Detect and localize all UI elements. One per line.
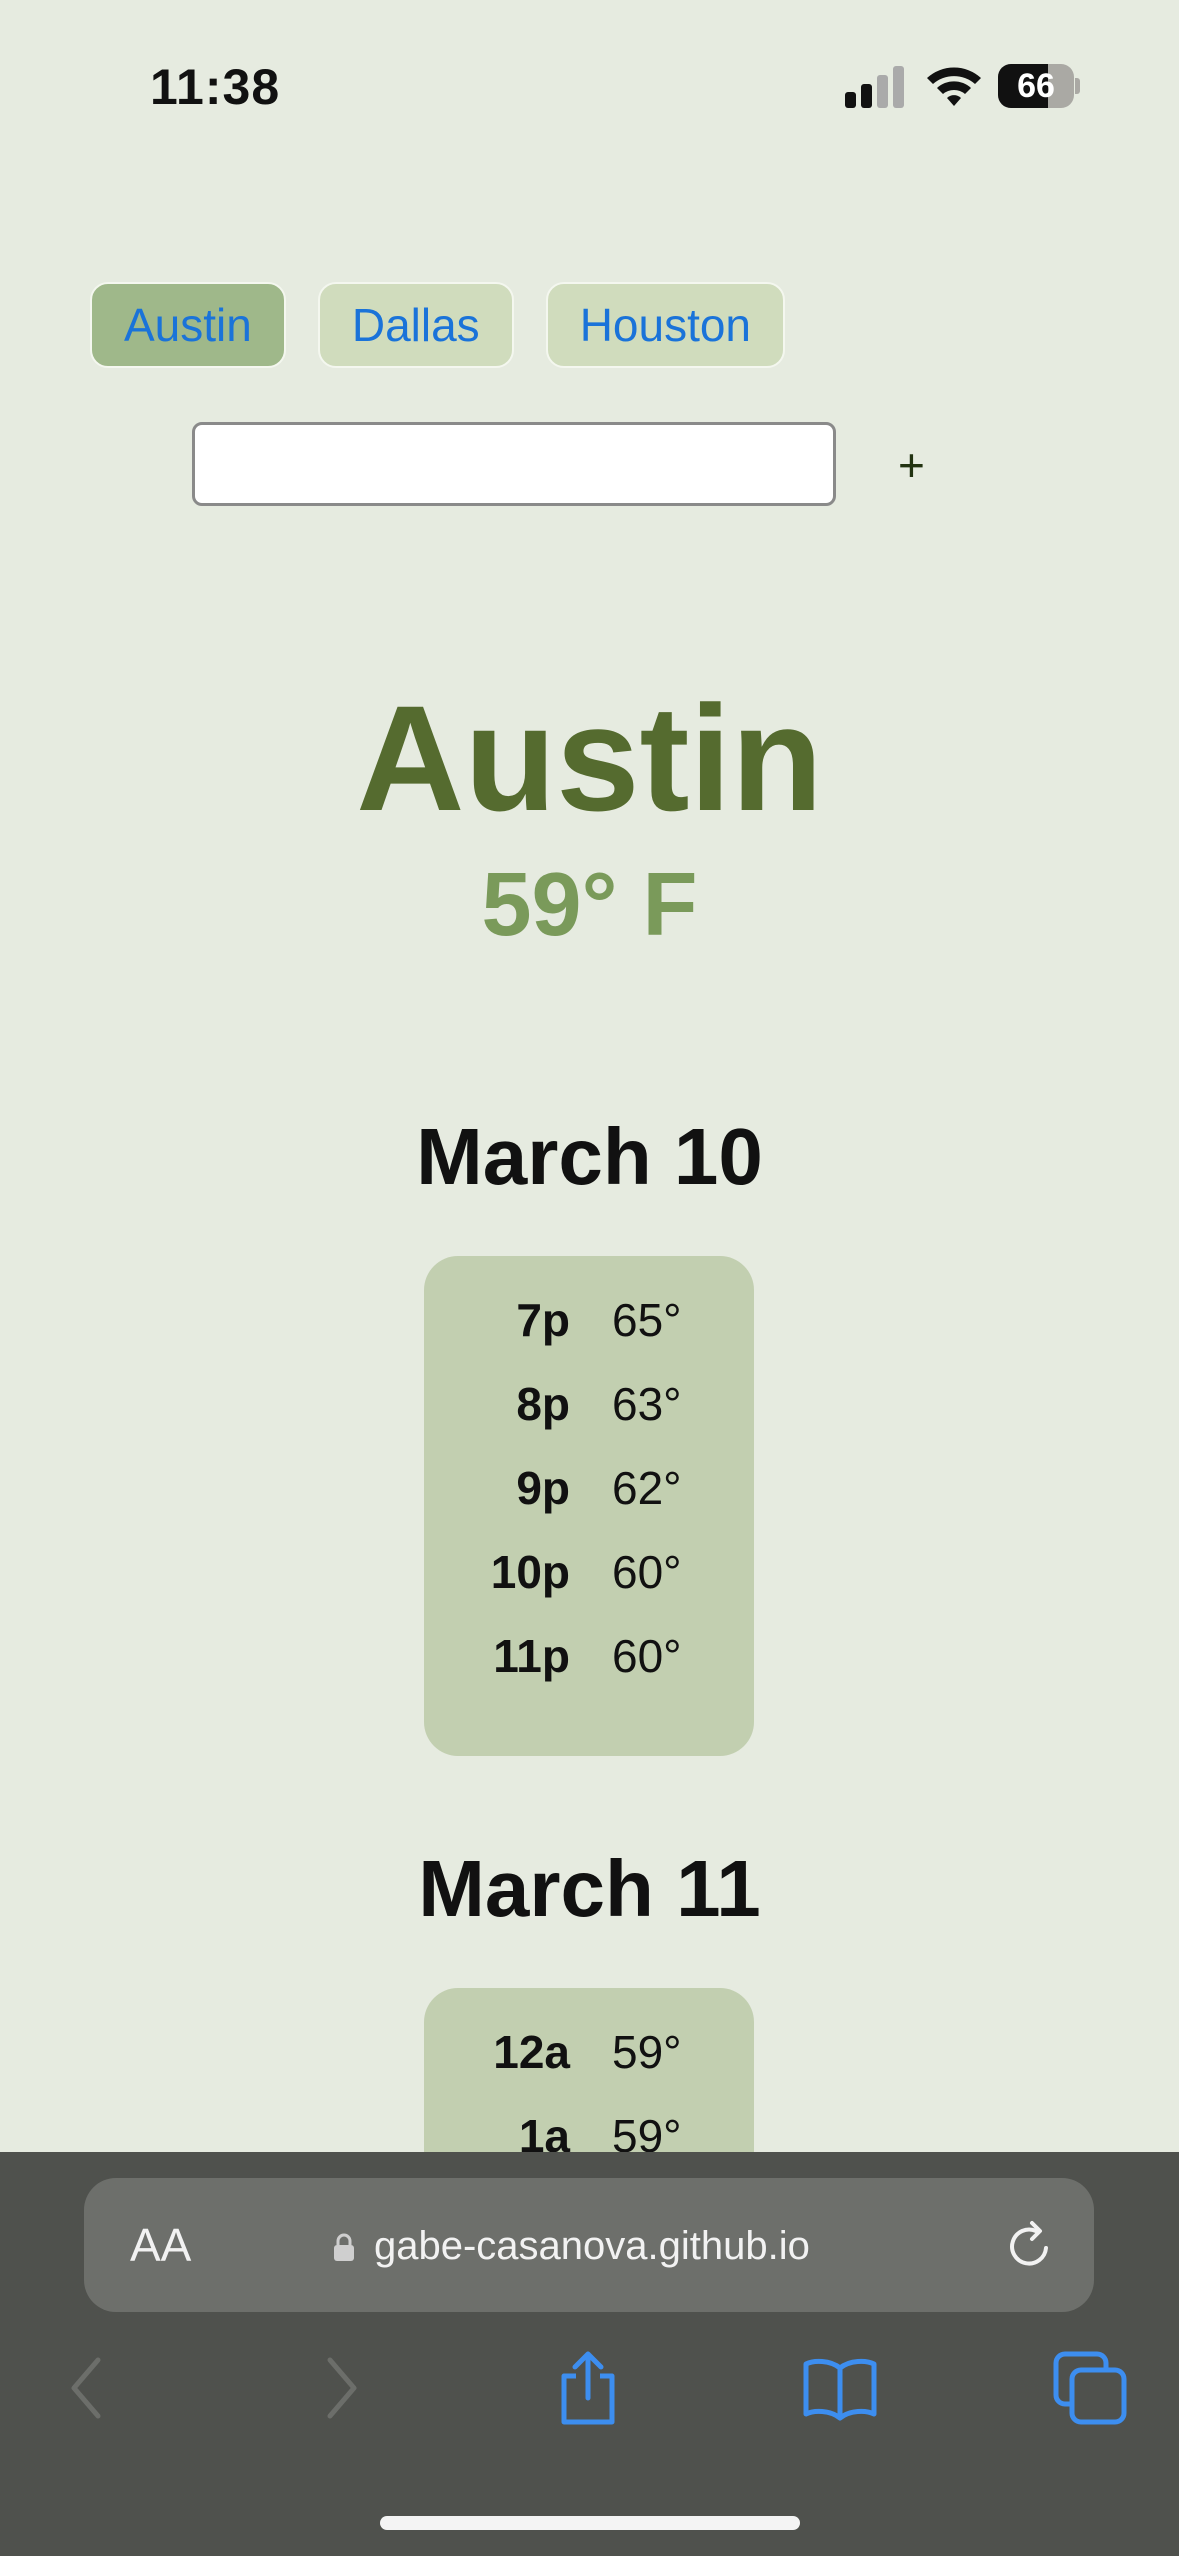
city-tabs: Austin Dallas Houston — [90, 282, 786, 368]
hour-row: 8p 63° — [424, 1362, 754, 1446]
battery-level-text: 66 — [1017, 67, 1055, 105]
cellular-signal-icon — [845, 66, 904, 108]
browser-toolbar: AA gabe-casanova.github.io — [0, 2152, 1179, 2556]
hour-row: 11p 60° — [424, 1614, 754, 1698]
wifi-icon — [927, 67, 981, 106]
back-icon[interactable] — [48, 2348, 128, 2428]
day-heading: March 11 — [418, 1844, 761, 1933]
tab-austin[interactable]: Austin — [90, 282, 286, 368]
hour-row: 10p 60° — [424, 1530, 754, 1614]
hourly-forecast-card: 7p 65° 8p 63° 9p 62° 10p 60° 11p 60° — [424, 1256, 754, 1756]
reload-icon[interactable] — [1002, 2218, 1058, 2274]
tab-houston[interactable]: Houston — [545, 282, 786, 368]
hour-row: 7p 65° — [424, 1278, 754, 1362]
add-city-button[interactable]: + — [898, 440, 925, 490]
hour-temperature: 62° — [612, 1462, 682, 1514]
home-indicator[interactable] — [380, 2516, 800, 2530]
hour-temperature: 60° — [612, 1546, 682, 1598]
hour-time: 9p — [516, 1462, 570, 1514]
status-time: 11:38 — [150, 59, 281, 115]
hour-time: 11p — [493, 1630, 570, 1682]
battery-icon: 66 — [998, 64, 1080, 108]
hour-time: 10p — [490, 1546, 570, 1598]
hour-time: 12a — [493, 2026, 570, 2078]
bookmarks-icon[interactable] — [800, 2348, 880, 2428]
hour-time: 8p — [516, 1378, 570, 1430]
city-search-input[interactable] — [192, 422, 836, 506]
text-size-label: AA — [130, 2219, 192, 2271]
share-icon[interactable] — [548, 2348, 628, 2428]
day-heading: March 10 — [416, 1112, 763, 1201]
tabs-icon[interactable] — [1050, 2348, 1130, 2428]
hour-row: 9p 62° — [424, 1446, 754, 1530]
hour-time: 7p — [516, 1294, 570, 1346]
tab-dallas[interactable]: Dallas — [317, 282, 514, 368]
current-city-name: Austin — [356, 674, 823, 842]
hour-temperature: 59° — [612, 2026, 682, 2078]
hour-temperature: 60° — [612, 1630, 682, 1682]
current-temperature: 59° F — [481, 855, 698, 955]
address-bar[interactable]: AA gabe-casanova.github.io — [84, 2178, 1094, 2312]
forward-icon[interactable] — [300, 2348, 380, 2428]
lock-icon — [334, 2233, 354, 2261]
hour-temperature: 65° — [612, 1294, 682, 1346]
hour-row: 12a 59° — [424, 2010, 754, 2094]
url-text: gabe-casanova.github.io — [374, 2224, 810, 2268]
hour-temperature: 63° — [612, 1378, 682, 1430]
text-size-button[interactable]: AA — [130, 2218, 191, 2272]
